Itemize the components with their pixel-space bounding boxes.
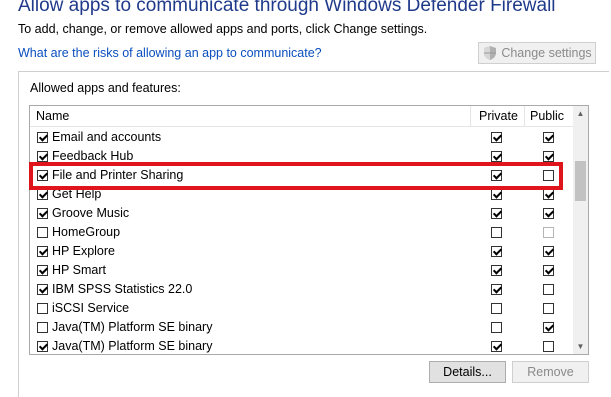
change-settings-button[interactable]: Change settings <box>478 42 596 64</box>
private-checkbox[interactable] <box>491 303 502 314</box>
table-row[interactable]: Groove Music <box>30 204 574 223</box>
allowed-apps-list[interactable]: Name Private Public Email and accounts Fe… <box>29 105 589 355</box>
app-name: HP Explore <box>52 244 115 258</box>
list-rows: Email and accounts Feedback Hub File and P… <box>30 128 574 354</box>
private-checkbox[interactable] <box>491 170 502 181</box>
app-name: Groove Music <box>52 206 130 220</box>
app-name: Java(TM) Platform SE binary <box>52 320 213 334</box>
column-header-name[interactable]: Name <box>36 109 69 123</box>
enable-checkbox[interactable] <box>37 284 48 295</box>
private-checkbox[interactable] <box>491 246 502 257</box>
remove-button[interactable]: Remove <box>512 361 589 383</box>
public-checkbox[interactable] <box>543 132 554 143</box>
public-checkbox[interactable] <box>543 322 554 333</box>
enable-checkbox[interactable] <box>37 265 48 276</box>
private-checkbox[interactable] <box>491 322 502 333</box>
private-checkbox[interactable] <box>491 284 502 295</box>
private-checkbox[interactable] <box>491 341 502 352</box>
vertical-scrollbar[interactable]: ▲ ▼ <box>573 106 588 354</box>
table-row[interactable]: HomeGroup <box>30 223 574 242</box>
enable-checkbox[interactable] <box>37 132 48 143</box>
column-header-private[interactable]: Private <box>479 109 518 123</box>
private-checkbox[interactable] <box>491 132 502 143</box>
private-checkbox[interactable] <box>491 265 502 276</box>
public-checkbox[interactable] <box>543 151 554 162</box>
app-name: Feedback Hub <box>52 149 134 163</box>
table-row[interactable]: Java(TM) Platform SE binary <box>30 337 574 354</box>
public-checkbox[interactable] <box>543 341 554 352</box>
public-checkbox[interactable] <box>543 227 554 238</box>
enable-checkbox[interactable] <box>37 322 48 333</box>
enable-checkbox[interactable] <box>37 246 48 257</box>
app-name: IBM SPSS Statistics 22.0 <box>52 282 193 296</box>
page-title: Allow apps to communicate through Window… <box>18 0 556 16</box>
table-row[interactable]: HP Smart <box>30 261 574 280</box>
public-checkbox[interactable] <box>543 208 554 219</box>
app-name: Get Help <box>52 187 102 201</box>
private-checkbox[interactable] <box>491 227 502 238</box>
public-checkbox[interactable] <box>543 170 554 181</box>
enable-checkbox[interactable] <box>37 303 48 314</box>
table-row[interactable]: IBM SPSS Statistics 22.0 <box>30 280 574 299</box>
app-name: HP Smart <box>52 263 106 277</box>
scroll-up-icon[interactable]: ▲ <box>573 106 588 121</box>
column-header-public[interactable]: Public <box>530 109 564 123</box>
enable-checkbox[interactable] <box>37 208 48 219</box>
table-row[interactable]: File and Printer Sharing <box>30 166 574 185</box>
app-name: File and Printer Sharing <box>52 168 184 182</box>
table-row[interactable]: iSCSI Service <box>30 299 574 318</box>
enable-checkbox[interactable] <box>37 189 48 200</box>
enable-checkbox[interactable] <box>37 227 48 238</box>
table-row[interactable]: Feedback Hub <box>30 147 574 166</box>
enable-checkbox[interactable] <box>37 170 48 181</box>
public-checkbox[interactable] <box>543 284 554 295</box>
scroll-down-icon[interactable]: ▼ <box>573 339 588 354</box>
private-checkbox[interactable] <box>491 208 502 219</box>
enable-checkbox[interactable] <box>37 151 48 162</box>
app-name: iSCSI Service <box>52 301 130 315</box>
public-checkbox[interactable] <box>543 303 554 314</box>
table-row[interactable]: HP Explore <box>30 242 574 261</box>
public-checkbox[interactable] <box>543 246 554 257</box>
scroll-thumb[interactable] <box>575 161 586 201</box>
risks-link[interactable]: What are the risks of allowing an app to… <box>18 46 322 60</box>
details-button[interactable]: Details... <box>429 361 506 383</box>
enable-checkbox[interactable] <box>37 341 48 352</box>
table-row[interactable]: Get Help <box>30 185 574 204</box>
app-name: HomeGroup <box>52 225 121 239</box>
public-checkbox[interactable] <box>543 189 554 200</box>
app-name: Email and accounts <box>52 130 162 144</box>
page-subtitle: To add, change, or remove allowed apps a… <box>18 22 428 36</box>
private-checkbox[interactable] <box>491 189 502 200</box>
table-row[interactable]: Java(TM) Platform SE binary <box>30 318 574 337</box>
public-checkbox[interactable] <box>543 265 554 276</box>
change-settings-label: Change settings <box>501 46 592 60</box>
uac-shield-icon <box>484 46 497 60</box>
app-name: Java(TM) Platform SE binary <box>52 339 213 353</box>
allowed-apps-label: Allowed apps and features: <box>30 81 181 95</box>
table-row[interactable]: Email and accounts <box>30 128 574 147</box>
private-checkbox[interactable] <box>491 151 502 162</box>
list-header: Name Private Public <box>30 106 574 127</box>
